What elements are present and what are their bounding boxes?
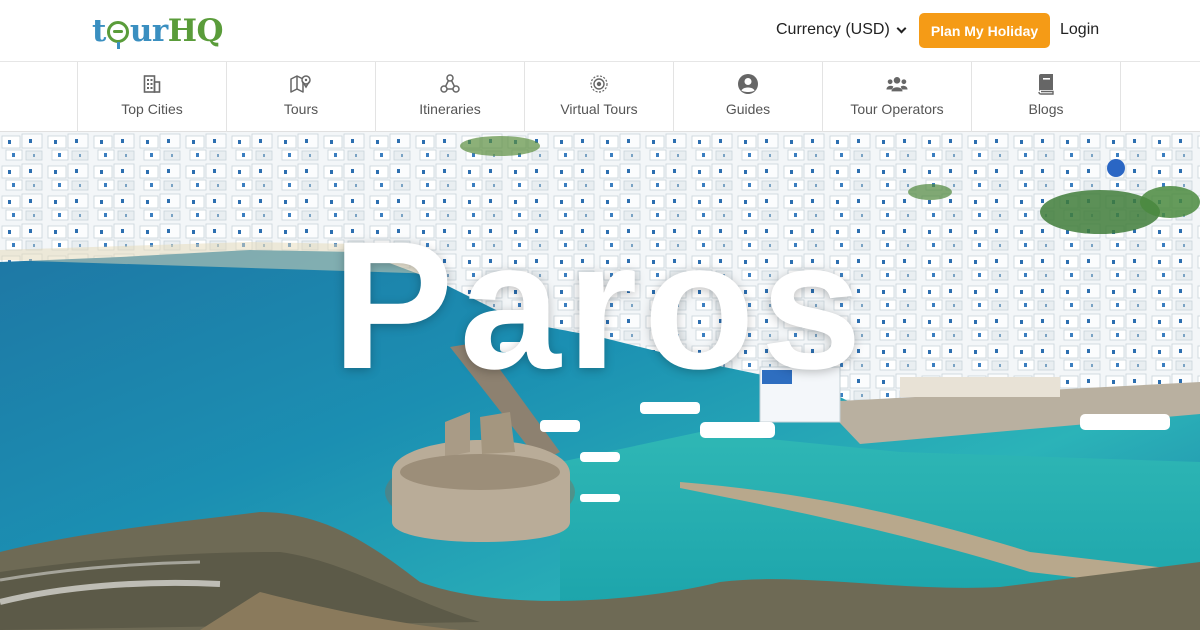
- nav-item-blogs[interactable]: Blogs: [972, 62, 1121, 132]
- plan-my-holiday-button[interactable]: Plan My Holiday: [919, 13, 1050, 48]
- login-link[interactable]: Login: [1060, 21, 1099, 39]
- hero-title: Paros: [332, 203, 868, 407]
- book-icon: [1035, 73, 1057, 95]
- hero-banner: Paros: [0, 132, 1200, 630]
- currency-label: Currency (USD): [776, 21, 890, 38]
- nav-item-virtual-tours[interactable]: Virtual Tours: [525, 62, 674, 132]
- currency-selector[interactable]: Currency (USD): [776, 21, 907, 39]
- user-circle-icon: [737, 73, 759, 95]
- logo-text-ur: ur: [129, 12, 168, 49]
- route-icon: [439, 73, 461, 95]
- globe-icon: [106, 20, 129, 49]
- nav-label: Blogs: [1028, 101, 1064, 117]
- nav-label: Tour Operators: [850, 101, 944, 117]
- nav-label: Top Cities: [121, 101, 183, 117]
- nav-label: Itineraries: [419, 101, 481, 117]
- nav-label: Guides: [725, 101, 771, 117]
- main-nav: Top Cities Tours Itineraries Virtual Tou…: [0, 62, 1200, 132]
- nav-label: Virtual Tours: [560, 101, 638, 117]
- logo-text-hq: HQ: [167, 12, 224, 49]
- logo-text-t: t: [92, 12, 106, 49]
- users-icon: [886, 73, 908, 95]
- map-pin-icon: [290, 73, 312, 95]
- building-icon: [141, 73, 163, 95]
- tourhq-logo[interactable]: t urHQ: [92, 9, 224, 53]
- nav-item-tour-operators[interactable]: Tour Operators: [823, 62, 972, 132]
- virtual-tour-icon: [588, 73, 610, 95]
- nav-item-itineraries[interactable]: Itineraries: [376, 62, 525, 132]
- nav-item-top-cities[interactable]: Top Cities: [78, 62, 227, 132]
- nav-label: Tours: [283, 101, 319, 117]
- nav-item-guides[interactable]: Guides: [674, 62, 823, 132]
- chevron-down-icon: [896, 23, 907, 33]
- nav-item-tours[interactable]: Tours: [227, 62, 376, 132]
- top-header: t urHQ Currency (USD) Plan My Holiday Log…: [0, 0, 1200, 62]
